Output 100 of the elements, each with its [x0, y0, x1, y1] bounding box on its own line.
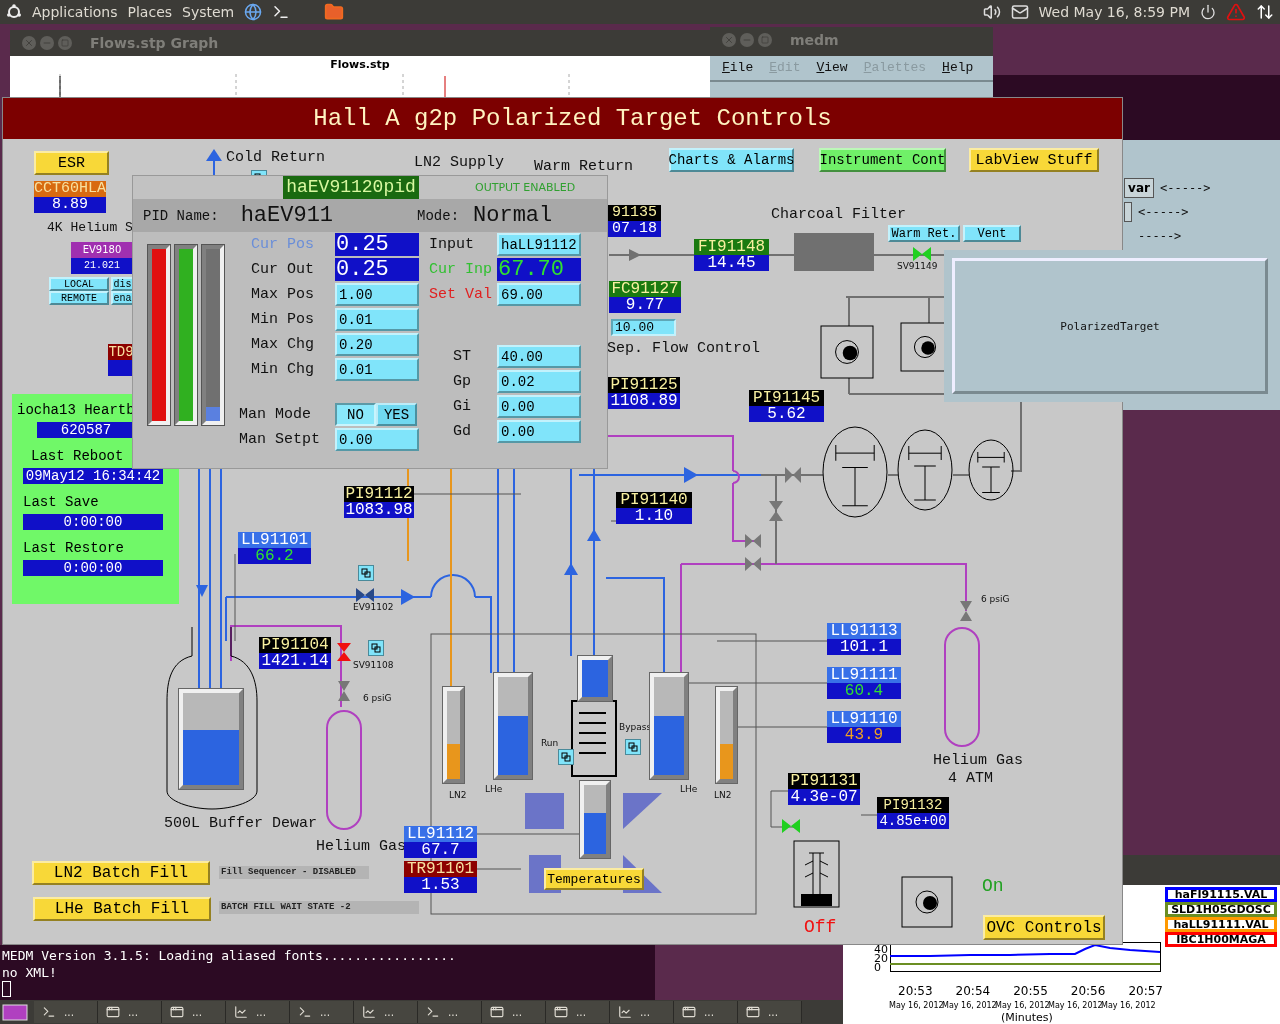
axis-tick-label: 20:57 — [1128, 984, 1163, 998]
browser-icon[interactable] — [244, 3, 263, 21]
display-button[interactable]: dis — [111, 277, 134, 291]
display-button[interactable]: Instrument Cont — [819, 148, 946, 172]
value-field[interactable]: 0.02 — [497, 370, 581, 393]
legend-item[interactable]: haLL91111.VAL — [1165, 917, 1277, 932]
related-display-icon[interactable] — [625, 739, 641, 755]
menu-item[interactable]: Applications — [32, 4, 118, 20]
clock[interactable]: Wed May 16, 8:59 PM — [1038, 4, 1190, 20]
readout-value: 07.18 — [608, 221, 661, 237]
value-display: 0.25 — [335, 233, 419, 256]
mode-choice[interactable]: YES — [376, 403, 417, 426]
display-button[interactable]: REMOTE — [49, 291, 109, 305]
var-button[interactable]: var — [1124, 178, 1154, 198]
value-field[interactable]: 69.00 — [497, 283, 581, 306]
display-button[interactable]: LHe Batch Fill — [33, 897, 211, 921]
chart-icon — [618, 1005, 632, 1019]
output-status: OUTPUT ENABLED — [475, 181, 576, 194]
heat-exchanger-block — [623, 793, 662, 829]
taskbar-item[interactable]: ... — [482, 1001, 546, 1023]
readout-tag: TD9 — [108, 344, 134, 360]
field-label: Gd — [452, 423, 472, 440]
display-frame[interactable]: PolarizedTarget — [952, 258, 1268, 394]
readout-value: 43.9 — [827, 727, 901, 743]
readout-tag: LL91113 — [827, 623, 901, 639]
display-button[interactable]: ena — [111, 291, 134, 305]
volume-icon[interactable] — [982, 3, 1001, 21]
side-button[interactable] — [1124, 202, 1132, 222]
taskbar-item[interactable]: ... — [226, 1001, 290, 1023]
readout-value: 66.2 — [238, 548, 311, 564]
workspace-icon[interactable] — [2, 1002, 28, 1022]
valve-icon[interactable] — [337, 643, 351, 661]
menu-item[interactable]: View — [816, 60, 848, 76]
value-field[interactable]: 0.01 — [335, 308, 419, 331]
display-button[interactable]: ESR — [34, 151, 109, 175]
taskbar-item[interactable]: ... — [546, 1001, 610, 1023]
legend-item[interactable]: haFI91115.VAL — [1165, 887, 1277, 902]
display-button[interactable]: OVC Controls — [983, 915, 1105, 940]
axis-tick-label: 40 — [874, 945, 888, 954]
readout-tag: PI91131 — [788, 773, 860, 789]
status-text: BATCH FILL WAIT STATE -2 — [219, 901, 419, 914]
mode-choice[interactable]: NO — [335, 403, 376, 426]
axis-tick-label: 20:55 — [1013, 984, 1048, 998]
value-field[interactable]: haLL91112 — [497, 233, 581, 256]
display-button[interactable]: LOCAL — [49, 277, 109, 291]
chart-icon — [362, 1005, 376, 1019]
plot-title: Flows.stp — [330, 58, 390, 73]
taskbar-item[interactable]: ... — [674, 1001, 738, 1023]
value-field[interactable]: 1.00 — [335, 283, 419, 306]
arrow-text: <-----> — [1160, 181, 1211, 195]
readout-tag: FI91148 — [694, 239, 769, 255]
display-button[interactable]: LabView Stuff — [969, 148, 1099, 172]
flow-arrow-icon — [564, 563, 578, 575]
valve-icon — [785, 467, 801, 483]
value-field[interactable]: 0.20 — [335, 333, 419, 356]
folder-icon[interactable] — [324, 2, 345, 22]
setpoint-field[interactable]: 10.00 — [611, 319, 676, 336]
terminal-icon[interactable] — [272, 3, 291, 21]
menu-item[interactable]: Places — [127, 4, 173, 20]
related-display-icon[interactable] — [368, 640, 384, 656]
related-display-icon[interactable] — [558, 749, 574, 765]
logo-icon[interactable] — [6, 4, 22, 20]
mail-icon[interactable] — [1010, 3, 1029, 21]
taskbar-item[interactable]: ... — [418, 1001, 482, 1023]
value-field[interactable]: 40.00 — [497, 345, 581, 368]
network-icon[interactable] — [1256, 3, 1274, 21]
taskbar-item[interactable]: ... — [290, 1001, 354, 1023]
related-display-icon[interactable] — [358, 565, 374, 581]
pid-title: haEV91120pid — [283, 176, 419, 199]
value-field[interactable]: 0.00 — [497, 420, 581, 443]
display-button[interactable]: Vent — [963, 225, 1021, 242]
display-button[interactable]: Charts & Alarms — [669, 148, 794, 172]
value-field[interactable]: 0.00 — [335, 428, 419, 451]
menu-item[interactable]: Help — [942, 60, 974, 76]
readout-tag: 91135 — [608, 205, 661, 221]
taskbar-item[interactable]: ... — [98, 1001, 162, 1023]
taskbar-item[interactable]: ... — [738, 1001, 802, 1023]
menu-item[interactable]: File — [722, 60, 754, 76]
value-field[interactable]: 0.00 — [497, 395, 581, 418]
field-label: Min Pos — [251, 311, 315, 328]
value-field[interactable]: 0.01 — [335, 358, 419, 381]
diagram-label: 500L Buffer Dewar — [164, 816, 318, 833]
field-label: Max Chg — [251, 336, 315, 353]
menu-item[interactable]: System — [182, 4, 235, 20]
pid-name: haEV911 — [240, 203, 334, 228]
taskbar-item[interactable]: ... — [610, 1001, 674, 1023]
window-icon — [490, 1005, 504, 1019]
legend-item[interactable]: IBC1H00MAGA — [1165, 932, 1277, 947]
display-button[interactable]: Warm Ret. — [888, 225, 960, 242]
display-label: PolarizedTarget — [1060, 319, 1160, 333]
taskbar-item[interactable]: ... — [34, 1001, 98, 1023]
display-button[interactable]: Temperatures — [544, 868, 644, 890]
taskbar-item[interactable]: ... — [354, 1001, 418, 1023]
valve-icon[interactable] — [356, 588, 374, 602]
legend-item[interactable]: SLD1H05GDOSC — [1165, 902, 1277, 917]
taskbar-item[interactable]: ... — [162, 1001, 226, 1023]
field-label: Cur Pos — [251, 236, 315, 253]
display-button[interactable]: LN2 Batch Fill — [32, 861, 210, 885]
power-icon[interactable] — [1200, 4, 1216, 20]
diagram-label: EV91102 — [353, 603, 394, 613]
